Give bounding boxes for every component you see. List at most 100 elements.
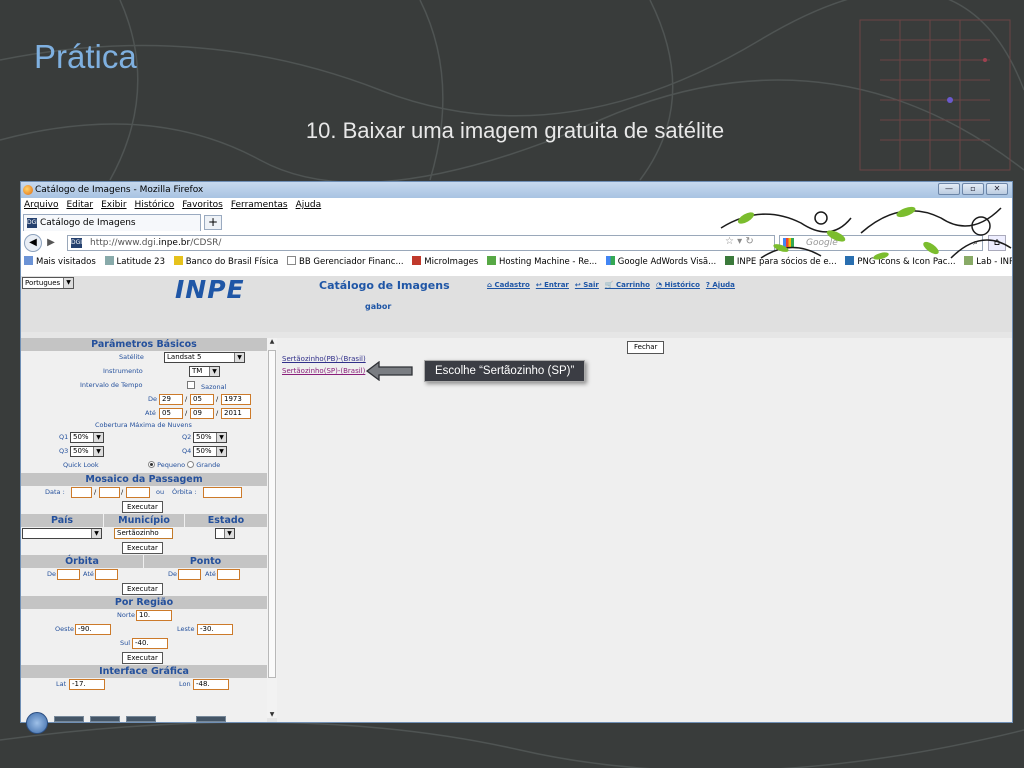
- ponto-ate-input[interactable]: [217, 569, 240, 580]
- slide-title: Prática: [34, 38, 137, 75]
- de-day-input[interactable]: 29: [159, 394, 183, 405]
- section-mosaico: Mosaico da Passagem: [21, 473, 267, 486]
- orbita-de-label: De: [47, 570, 57, 578]
- result-link[interactable]: Sertãozinho(PB)-(Brasil): [282, 355, 366, 363]
- menu-exibir[interactable]: Exibir: [101, 198, 126, 212]
- lon-input[interactable]: -48.: [193, 679, 229, 690]
- bookmark-item[interactable]: BB Gerenciador Financ...: [287, 256, 404, 267]
- language-select[interactable]: Portugues ▼: [22, 277, 74, 289]
- ate-month-input[interactable]: 09: [190, 408, 214, 419]
- start-orb-icon[interactable]: [26, 712, 48, 734]
- link-carrinho[interactable]: 🛒 Carrinho: [605, 281, 650, 289]
- scrollbar-thumb[interactable]: [268, 350, 276, 678]
- bookmark-item[interactable]: Mais visitados: [24, 256, 96, 267]
- orbita-ate-input[interactable]: [95, 569, 118, 580]
- vertical-scrollbar[interactable]: ▲ ▼: [267, 338, 277, 718]
- fechar-button[interactable]: Fechar: [627, 341, 665, 354]
- menu-historico[interactable]: Histórico: [135, 198, 175, 212]
- taskbar-item[interactable]: [54, 716, 84, 722]
- executar-button[interactable]: Executar: [122, 652, 163, 664]
- link-ajuda[interactable]: ? Ajuda: [706, 281, 735, 289]
- menu-editar[interactable]: Editar: [66, 198, 93, 212]
- scroll-up-icon[interactable]: ▲: [267, 338, 277, 345]
- bookmark-item[interactable]: PNG Icons & Icon Pac...: [845, 256, 956, 267]
- window-controls: — ▫ ✕: [938, 183, 1008, 195]
- de-month-input[interactable]: 05: [190, 394, 214, 405]
- bookmark-item[interactable]: Latitude 23: [104, 256, 165, 267]
- tab-catalogo[interactable]: DGI Catálogo de Imagens: [23, 214, 201, 231]
- taskbar-item[interactable]: [90, 716, 120, 722]
- link-cadastro[interactable]: ⌂ Cadastro: [487, 281, 530, 289]
- q2-value: 50%: [196, 433, 212, 441]
- minimize-button[interactable]: —: [938, 183, 960, 195]
- date-separator: /: [216, 409, 219, 417]
- lat-input[interactable]: -17.: [69, 679, 105, 690]
- bookmark-item[interactable]: Hosting Machine - Re...: [486, 256, 597, 267]
- home-icon[interactable]: ⌂: [988, 235, 1006, 251]
- pequeno-radio[interactable]: [148, 461, 155, 468]
- pais-select[interactable]: ▼: [22, 528, 102, 539]
- sul-input[interactable]: -40.: [132, 638, 168, 649]
- forward-arrow-icon[interactable]: ▶: [43, 236, 59, 250]
- slide-subtitle: 10. Baixar uma imagem gratuita de satéli…: [305, 118, 725, 143]
- instruction-callout: Escolhe “Sertãozinho (SP)”: [424, 360, 586, 382]
- back-arrow-icon[interactable]: ◀: [24, 234, 42, 252]
- instrumento-select[interactable]: TM ▼: [189, 366, 220, 377]
- de-year-input[interactable]: 1973: [221, 394, 251, 405]
- menu-arquivo[interactable]: Arquivo: [24, 198, 58, 212]
- scroll-down-icon[interactable]: ▼: [267, 711, 277, 718]
- search-input[interactable]: Google ⌕: [779, 235, 983, 251]
- q4-select[interactable]: 50% ▼: [193, 446, 227, 457]
- leste-input[interactable]: -30.: [197, 624, 233, 635]
- q4-value: 50%: [196, 447, 212, 455]
- municipio-input[interactable]: Sertãozinho: [114, 528, 173, 539]
- data-month-input[interactable]: [99, 487, 120, 498]
- executar-button[interactable]: Executar: [122, 501, 163, 513]
- close-button[interactable]: ✕: [986, 183, 1008, 195]
- results-panel: Fechar Sertãozinho(PB)-(Brasil) Sertãozi…: [277, 338, 1012, 722]
- bookmark-item[interactable]: INPE para sócios de e...: [724, 256, 837, 267]
- taskbar-item[interactable]: [126, 716, 156, 722]
- orbita-de-input[interactable]: [57, 569, 80, 580]
- ponto-de-input[interactable]: [178, 569, 201, 580]
- search-icon[interactable]: ⌕: [973, 236, 978, 250]
- link-historico[interactable]: ◔ Histórico: [656, 281, 700, 289]
- menu-favoritos[interactable]: Favoritos: [182, 198, 223, 212]
- estado-select[interactable]: ▼: [215, 528, 235, 539]
- data-day-input[interactable]: [71, 487, 92, 498]
- new-tab-button[interactable]: +: [204, 215, 222, 230]
- oeste-input[interactable]: -90.: [75, 624, 111, 635]
- header-links: ⌂ Cadastro ↩ Entrar ↩ Sair 🛒 Carrinho ◔ …: [487, 281, 735, 289]
- bookmark-item[interactable]: Google AdWords Visã...: [605, 256, 716, 267]
- bookmark-item[interactable]: Banco do Brasil Física: [173, 256, 278, 267]
- orbita-input[interactable]: [203, 487, 242, 498]
- q1-select[interactable]: 50% ▼: [70, 432, 104, 443]
- menu-ajuda[interactable]: Ajuda: [296, 198, 322, 212]
- taskbar-item[interactable]: [196, 716, 226, 722]
- norte-input[interactable]: 10.: [136, 610, 172, 621]
- executar-button[interactable]: Executar: [122, 583, 163, 595]
- satelite-select[interactable]: Landsat 5 ▼: [164, 352, 245, 363]
- link-entrar[interactable]: ↩ Entrar: [536, 281, 569, 289]
- executar-button[interactable]: Executar: [122, 542, 163, 554]
- result-link-selected[interactable]: Sertãozinho(SP)-(Brasil): [282, 367, 365, 375]
- q1-label: Q1: [59, 433, 69, 441]
- address-bar[interactable]: DGI http://www.dgi.inpe.br/CDSR/: [67, 235, 775, 251]
- orbita-header: Órbita: [21, 555, 144, 568]
- menu-ferramentas[interactable]: Ferramentas: [231, 198, 288, 212]
- link-sair[interactable]: ↩ Sair: [575, 281, 599, 289]
- grande-radio[interactable]: [187, 461, 195, 468]
- data-year-input[interactable]: [126, 487, 150, 498]
- q3-select[interactable]: 50% ▼: [70, 446, 104, 457]
- bookmark-item[interactable]: Lab - INPE: [964, 256, 1012, 267]
- bookmark-item[interactable]: MicroImages: [412, 256, 478, 267]
- google-adwords-icon: [605, 256, 615, 265]
- sazonal-checkbox[interactable]: [187, 381, 195, 389]
- q2-select[interactable]: 50% ▼: [193, 432, 227, 443]
- ate-year-input[interactable]: 2011: [221, 408, 251, 419]
- ate-day-input[interactable]: 05: [159, 408, 183, 419]
- q3-value: 50%: [73, 447, 89, 455]
- orbita-label: Órbita :: [172, 488, 197, 496]
- bookmark-star-icon[interactable]: ☆ ▾ ↻: [725, 236, 754, 247]
- maximize-button[interactable]: ▫: [962, 183, 984, 195]
